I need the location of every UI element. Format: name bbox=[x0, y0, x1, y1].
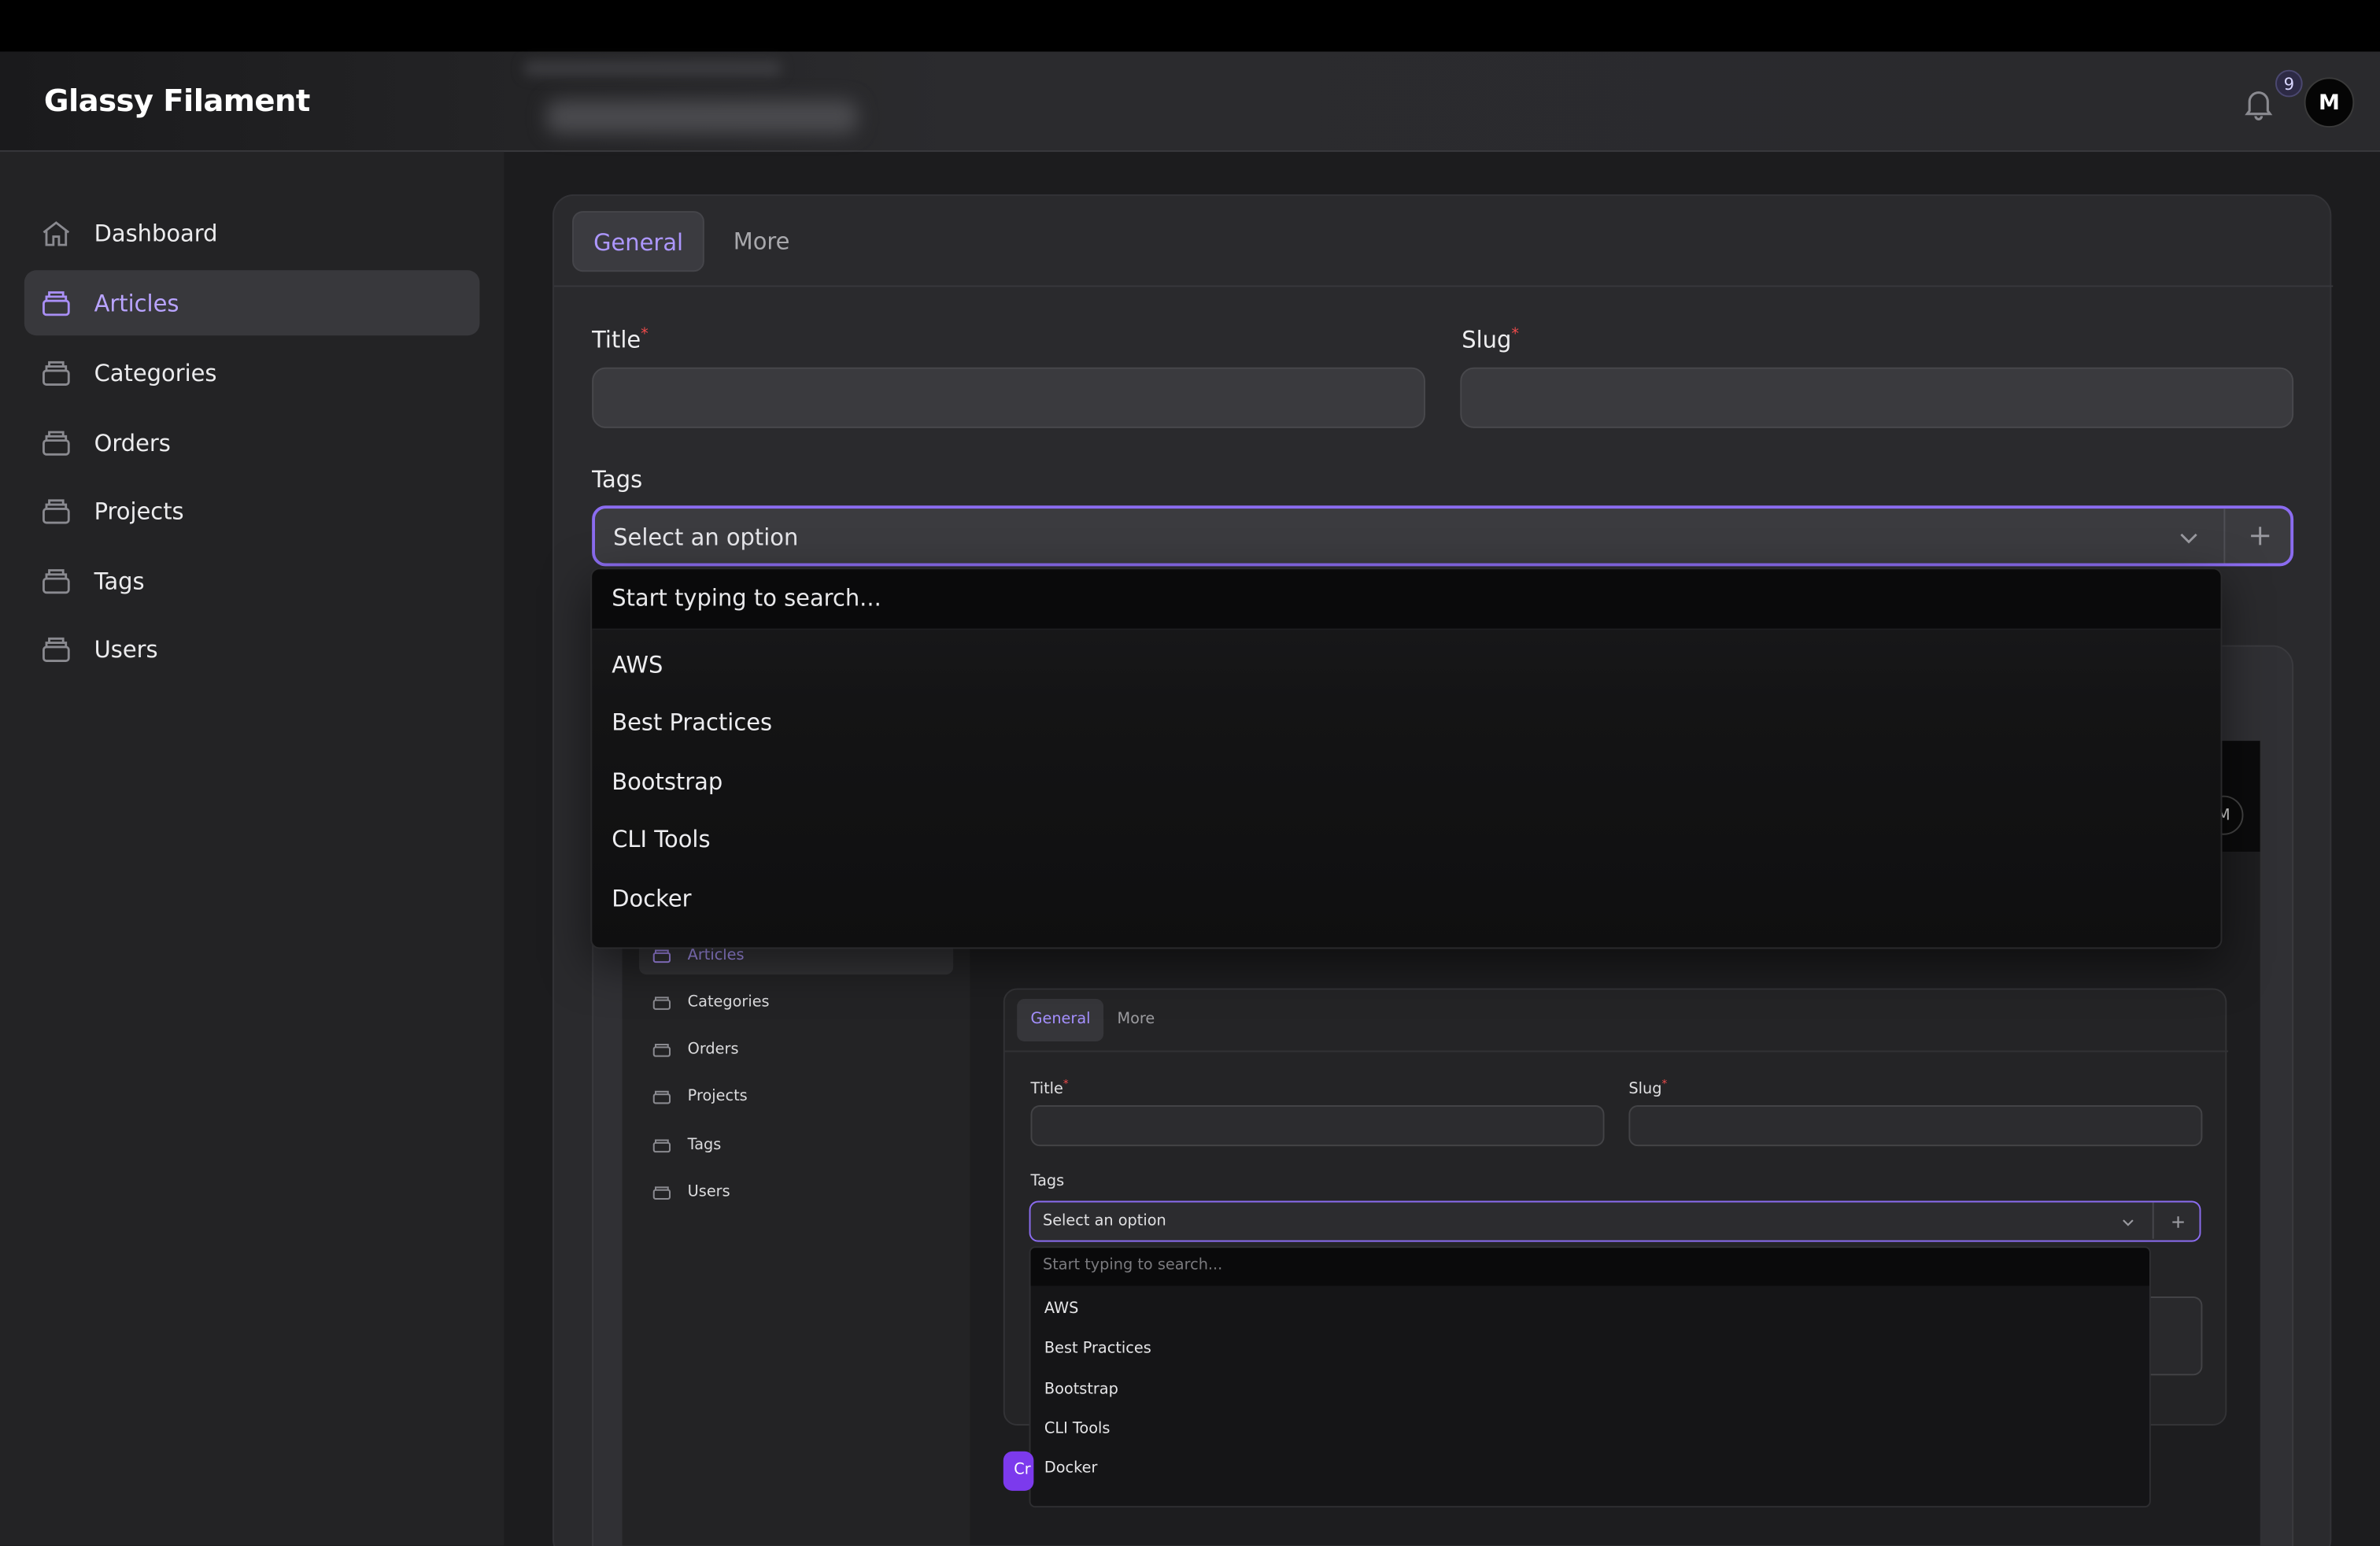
archive-box-icon bbox=[652, 997, 671, 1010]
slug-label: Slug* bbox=[1462, 326, 1519, 354]
blurred-breadcrumb bbox=[523, 61, 782, 76]
tab-more[interactable]: More bbox=[714, 211, 810, 272]
nested-create-button: Cr bbox=[1003, 1451, 1034, 1491]
sidebar: Dashboard Articles Categories Orders Pro… bbox=[0, 151, 504, 1546]
plus-icon[interactable] bbox=[2248, 523, 2272, 548]
nested-sidebar-item: Categories bbox=[639, 982, 953, 1022]
nested-option: AWS bbox=[1044, 1300, 1079, 1319]
nested-tags-select-value: Select an option bbox=[1042, 1212, 1166, 1230]
nested-title-label: Title* bbox=[1030, 1078, 1069, 1099]
archive-box-icon bbox=[652, 1044, 671, 1057]
nested-slug-label: Slug* bbox=[1628, 1078, 1668, 1099]
sidebar-item-dashboard[interactable]: Dashboard bbox=[24, 201, 480, 266]
title-input[interactable] bbox=[592, 367, 1425, 428]
tags-label: Tags bbox=[592, 466, 643, 494]
nested-slug-input bbox=[1628, 1105, 2203, 1147]
tags-option-best-practices[interactable]: Best Practices bbox=[612, 709, 772, 737]
sidebar-item-users[interactable]: Users bbox=[24, 616, 480, 682]
sidebar-item-tags[interactable]: Tags bbox=[24, 548, 480, 613]
tags-option-aws[interactable]: AWS bbox=[612, 651, 663, 679]
tags-option-bootstrap[interactable]: Bootstrap bbox=[612, 768, 722, 796]
nested-sidebar-label: Orders bbox=[687, 1041, 739, 1058]
archive-box-icon bbox=[42, 568, 70, 594]
select-divider bbox=[2223, 509, 2226, 564]
tab-general[interactable]: General bbox=[572, 211, 705, 272]
nested-sidebar-label: Articles bbox=[687, 946, 745, 963]
nested-dropdown: Start typing to search... AWS Best Pract… bbox=[1029, 1246, 2151, 1508]
sidebar-item-label: Users bbox=[94, 635, 158, 663]
archive-box-icon bbox=[652, 1090, 671, 1104]
form-tabs: General More bbox=[572, 211, 809, 272]
nested-title-input bbox=[1030, 1105, 1605, 1147]
nested-sidebar-label: Categories bbox=[687, 993, 770, 1011]
sidebar-item-articles[interactable]: Articles bbox=[24, 270, 480, 336]
nested-sidebar-label: Projects bbox=[687, 1087, 748, 1105]
nested-tab-general: General bbox=[1017, 999, 1104, 1042]
sidebar-item-label: Orders bbox=[94, 428, 171, 457]
sidebar-item-projects[interactable]: Projects bbox=[24, 479, 480, 544]
tags-dropdown: Start typing to search... AWS Best Pract… bbox=[590, 568, 2223, 949]
nested-select-divider bbox=[2152, 1202, 2154, 1239]
tab-divider bbox=[553, 285, 2334, 287]
archive-box-icon bbox=[652, 1186, 671, 1200]
nested-sidebar-label: Users bbox=[687, 1183, 730, 1200]
sidebar-item-orders[interactable]: Orders bbox=[24, 410, 480, 475]
chevron-down-icon bbox=[2123, 1219, 2134, 1226]
nested-tags-select: Select an option bbox=[1029, 1200, 2201, 1242]
plus-icon bbox=[2172, 1216, 2184, 1228]
title-label: Title* bbox=[592, 326, 649, 354]
home-icon bbox=[42, 220, 70, 246]
bell-icon[interactable] bbox=[2241, 85, 2277, 121]
nested-option: Docker bbox=[1044, 1460, 1098, 1478]
brand-logo[interactable]: Glassy Filament bbox=[44, 82, 310, 118]
nested-tags-label: Tags bbox=[1030, 1173, 1065, 1191]
nested-sidebar-item: Orders bbox=[639, 1030, 953, 1069]
notification-badge: 9 bbox=[2275, 69, 2303, 98]
archive-box-icon bbox=[42, 636, 70, 662]
nested-sidebar-item: Tags bbox=[639, 1125, 953, 1164]
tags-select[interactable]: Select an option bbox=[592, 505, 2294, 567]
top-bar: Glassy Filament 9 M bbox=[0, 51, 2380, 152]
sidebar-item-label: Projects bbox=[94, 497, 184, 525]
tags-search-input[interactable]: Start typing to search... bbox=[592, 569, 2221, 631]
tags-select-value: Select an option bbox=[613, 523, 799, 552]
sidebar-item-label: Categories bbox=[94, 359, 217, 386]
sidebar-item-label: Tags bbox=[94, 567, 145, 595]
sidebar-item-categories[interactable]: Categories bbox=[24, 340, 480, 405]
tags-search-placeholder: Start typing to search... bbox=[612, 584, 881, 612]
nested-sidebar: Articles Categories Orders Projects Tags… bbox=[622, 851, 970, 1546]
slug-input[interactable] bbox=[1460, 367, 2294, 428]
nested-tab-divider bbox=[1004, 1050, 2229, 1052]
nested-search-input: Start typing to search... bbox=[1030, 1248, 2149, 1286]
tags-option-docker[interactable]: Docker bbox=[612, 885, 691, 912]
archive-box-icon bbox=[42, 360, 70, 386]
nested-tab-more: More bbox=[1117, 1011, 1155, 1028]
nested-sidebar-label: Tags bbox=[687, 1136, 722, 1153]
nested-sidebar-item: Projects bbox=[639, 1076, 953, 1115]
archive-box-icon bbox=[42, 290, 70, 316]
sidebar-item-label: Dashboard bbox=[94, 219, 218, 247]
archive-box-icon bbox=[42, 498, 70, 523]
chevron-down-icon[interactable] bbox=[2177, 525, 2201, 549]
user-avatar[interactable]: M bbox=[2304, 77, 2355, 128]
nested-option: CLI Tools bbox=[1044, 1421, 1111, 1438]
archive-box-icon bbox=[42, 430, 70, 455]
tags-option-cli-tools[interactable]: CLI Tools bbox=[612, 826, 710, 853]
blurred-page-title bbox=[546, 100, 858, 134]
nested-sidebar-item: Users bbox=[639, 1172, 953, 1211]
sidebar-item-label: Articles bbox=[94, 289, 179, 317]
nested-option: Best Practices bbox=[1044, 1340, 1151, 1358]
top-black-strip bbox=[0, 0, 2380, 52]
nested-option: Bootstrap bbox=[1044, 1381, 1118, 1399]
archive-box-icon bbox=[652, 1139, 671, 1153]
